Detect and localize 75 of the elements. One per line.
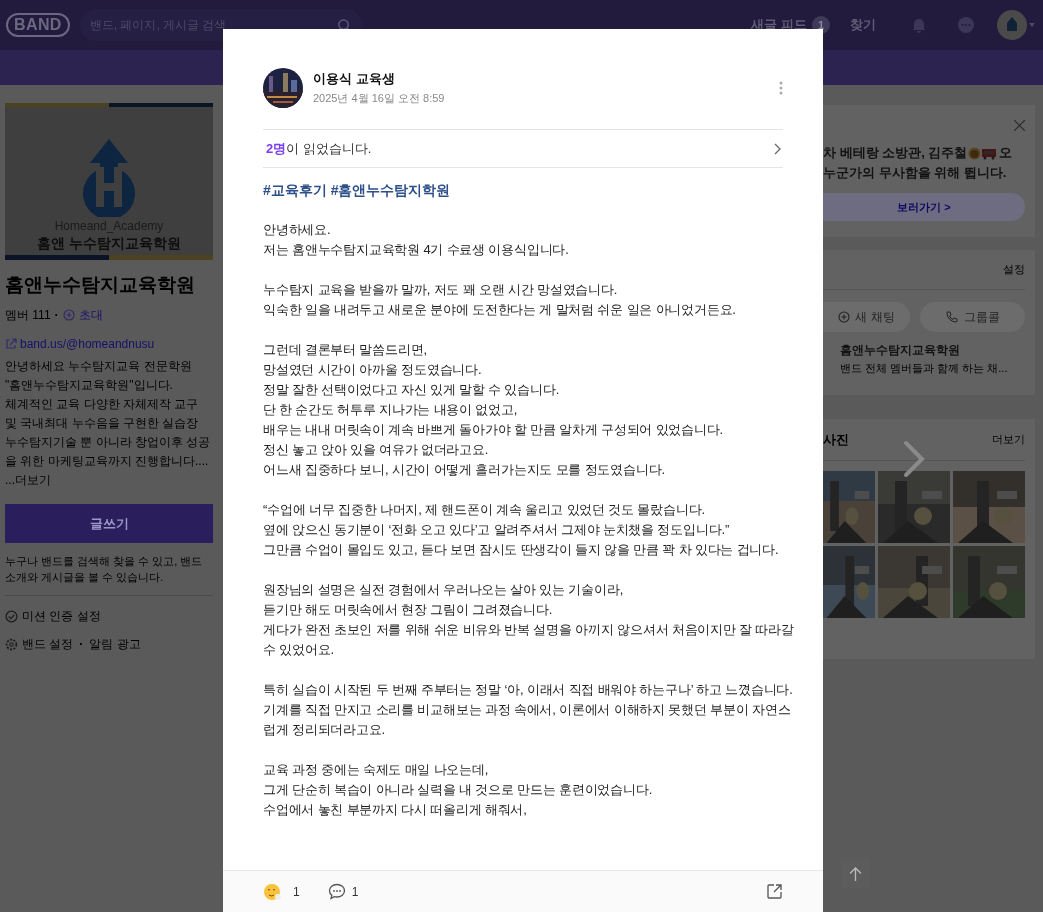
promo-text: 오 — [999, 144, 1013, 162]
visibility-notice: 누구나 밴드를 검색해 찾을 수 있고, 밴드 소개와 게시글을 볼 수 있습니다. — [5, 553, 213, 596]
post-text: 원장님의 설명은 실전 경험에서 우러나오는 살아 있는 기술이라, — [263, 581, 625, 599]
chat-name[interactable]: 홈앤누수탐지교육학원 — [840, 341, 1025, 359]
fire-truck-icon — [982, 146, 997, 160]
post-text: 안녕하세요. — [263, 221, 332, 239]
check-circle-icon[interactable] — [5, 609, 18, 623]
post-text: 정말 잘한 선택이었다고 자신 있게 말할 수 있습니다. — [263, 381, 561, 399]
share-icon — [5, 338, 17, 350]
post-text: 누수탐지 교육을 받을까 말까, 저도 꽤 오랜 시간 망설였습니다. — [263, 281, 619, 299]
post-text: 옆에 앉으신 동기분이 ‘전화 오고 있다’고 알려주셔서 그제야 눈치챘을 정도입니다.” — [263, 521, 731, 539]
post-text: 수업에서 놓친 부분까지 다시 떠올리게 해줘서, — [263, 801, 528, 819]
settings-link[interactable]: 밴드 설정 — [22, 635, 74, 653]
group-call-button[interactable]: 그룹콜 — [920, 302, 1025, 332]
find-link[interactable]: 찾기 — [850, 15, 876, 35]
bell-icon[interactable] — [911, 17, 927, 33]
post-text: 그게 단순히 복습이 아니라 실력을 내 것으로 만드는 훈련이었습니다. — [263, 781, 654, 799]
post-text: 듣기만 해도 머릿속에서 현장 그림이 그려졌습니다. — [263, 601, 554, 619]
comment-count[interactable]: 1 — [351, 882, 359, 901]
separator-dot: · — [79, 636, 84, 653]
share-icon[interactable] — [766, 883, 783, 900]
band-description: 체계적인 교육 다양한 자체제작 교구 및 국내최대 누수음을 구현한 실습장 누수탐지기술 뿐 아니라 창업이후 성공을 위한 마케팅교육까지 진행합니다.... — [5, 396, 212, 470]
read-count[interactable]: 2명이 읽었습니다. — [266, 138, 774, 159]
photos-more-link[interactable]: 더보기 — [992, 431, 1025, 448]
chevron-right-icon[interactable] — [774, 142, 781, 155]
post-text: 정신 놓고 앉아 있을 여유가 없더라고요. — [263, 441, 490, 459]
post-text: “수업에 너무 집중한 나머지, 제 핸드폰이 계속 울리고 있었던 것도 몰랐습니다. — [263, 501, 706, 519]
promo-text: 누군가의 무사함을 위해 뜁니다. — [823, 164, 1008, 182]
post-text: 어느새 집중하다 보니, 시간이 어떻게 흘러가는지도 모를 정도였습니다. — [263, 461, 666, 479]
post-text: 망설였던 시간이 아까울 정도였습니다. — [263, 361, 483, 379]
plus-icon[interactable] — [62, 309, 75, 321]
post-text: 기계를 직접 만지고 소리를 비교해보는 과정 속에서, 이론에서 이해하지 못했던 부분이 자연스럽게 정리되더라고요. — [263, 701, 792, 739]
new-chat-button[interactable]: 새 채팅 — [823, 302, 910, 332]
hashtags[interactable]: #교육후기 #홈앤누수탐지학원 — [263, 180, 803, 200]
band-logo[interactable]: BAND — [6, 13, 70, 37]
band-name: 홈앤누수탐지교육학원 — [5, 273, 196, 297]
separator-dot: · — [54, 307, 59, 324]
comment-icon[interactable] — [327, 883, 346, 900]
write-button[interactable]: 글쓰기 — [5, 504, 213, 543]
post-text: 특히 실습이 시작된 두 번째 주부터는 정말 ‘아, 이래서 직접 배워야 하는구나’ 하고 느꼈습니다. — [263, 681, 794, 699]
post-text: 교육 과정 중에는 숙제도 매일 나오는데, — [263, 761, 490, 779]
chat-preview: 밴드 전체 멤버들과 함께 하는 채... — [840, 361, 1009, 376]
ads-link[interactable]: 알림 광고 — [89, 635, 141, 653]
post-text: 익숙한 일을 내려두고 새로운 분야에 도전한다는 게 말처럼 쉬운 일은 아니었거든요. — [263, 301, 737, 319]
author-name[interactable]: 이용식 교육생 — [313, 69, 779, 89]
post-text: 게다가 완전 초보인 저를 위해 쉬운 비유와 반복 설명을 아끼지 않으셔서 처음이지만 잘 따라갈 수 있었어요. — [263, 621, 795, 659]
arrow-up-icon — [849, 866, 862, 881]
mission-link[interactable]: 미션 인증 설정 — [22, 607, 101, 625]
band-description: 안녕하세요 누수탐지교육 전문학원 — [5, 358, 193, 375]
post-text: 그만큼 수업이 몰입도 있고, 듣다 보면 잠시도 딴생각이 들지 않을 만큼 꽉 차 있다는 겁니다. — [263, 541, 780, 559]
photos-title: 사진 — [823, 430, 849, 449]
view-button[interactable]: 보러가기 > — [823, 193, 1025, 221]
chat-icon[interactable] — [957, 16, 975, 34]
emoji-icon[interactable] — [263, 881, 283, 902]
post-text: 배우는 내내 머릿속이 계속 바쁘게 돌아가야 할 만큼 알차게 구성되어 있었습니다. — [263, 421, 724, 439]
post-text: 단 한 순간도 허투루 지나가는 내용이 없었고, — [263, 401, 519, 419]
close-icon[interactable] — [1014, 120, 1025, 131]
more-options-icon[interactable] — [779, 81, 783, 95]
post-text: 저는 홈앤누수탐지교육학원 4기 수료생 이용식입니다. — [263, 241, 570, 259]
chat-settings-link[interactable]: 설정 — [1003, 261, 1025, 278]
phone-icon — [945, 311, 958, 323]
person-icon — [968, 146, 982, 160]
band-description: "홈앤누수탐지교육학원"입니다. — [5, 377, 174, 394]
plus-icon — [838, 311, 851, 323]
post-text: 그런데 결론부터 말씀드리면, — [263, 341, 428, 359]
caret-icon[interactable] — [1029, 23, 1035, 27]
avatar[interactable] — [997, 10, 1027, 40]
more-link[interactable]: ...더보기 — [5, 471, 213, 490]
band-link[interactable]: band.us/@homeandnusu — [20, 335, 155, 353]
member-count[interactable]: 멤버 111 — [5, 306, 51, 324]
settings-icon[interactable] — [5, 637, 18, 651]
promo-text: 차 베테랑 소방관, 김주철 — [823, 144, 968, 162]
invite-link[interactable]: 초대 — [78, 306, 103, 324]
post-date: 2025년 4월 16일 오전 8:59 — [313, 91, 446, 106]
reaction-count[interactable]: 1 — [293, 882, 300, 901]
